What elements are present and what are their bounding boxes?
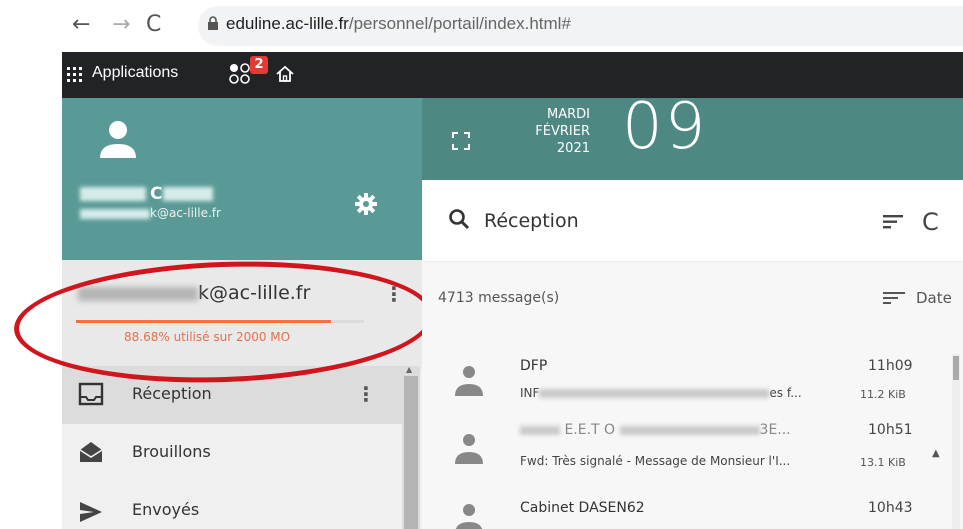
url-path: /personnel/portail/index.html#	[348, 14, 571, 33]
message-size: 11.2 KiB	[860, 388, 906, 401]
fullscreen-icon[interactable]	[452, 132, 470, 150]
folder-label-inbox: Réception	[132, 384, 212, 403]
sidebar-scroll-thumb[interactable]	[404, 376, 418, 529]
list-scroll-thumb[interactable]	[953, 356, 959, 380]
filter-icon[interactable]	[883, 215, 905, 229]
refresh-icon[interactable]: C	[922, 208, 939, 236]
scroll-up-arrow-icon[interactable]: ▲	[406, 365, 412, 374]
date-text: MARDI FÉVRIER 2021	[516, 106, 590, 157]
folder-drafts[interactable]	[62, 424, 402, 482]
account-panel[interactable]	[62, 260, 422, 370]
from-suffix: 3E...	[759, 422, 791, 438]
redacted-name	[80, 187, 146, 201]
list-scrollbar[interactable]	[952, 354, 960, 529]
subject-prefix: INF	[520, 386, 540, 400]
redacted-from-2	[619, 425, 760, 435]
user-name: C	[80, 184, 217, 204]
message-count: 4713 message(s)	[438, 290, 560, 306]
sender-avatar-icon	[455, 434, 483, 464]
from-text: DFP	[520, 358, 548, 374]
back-arrow-icon[interactable]: ←	[72, 14, 90, 36]
user-name-visible: C	[150, 184, 163, 204]
forward-arrow-icon[interactable]: →	[112, 14, 130, 36]
redacted-account	[78, 286, 198, 301]
redacted-email	[80, 208, 150, 219]
redacted-name-2	[162, 187, 213, 201]
app-top-bar	[62, 52, 963, 98]
message-size: 13.1 KiB	[860, 456, 906, 469]
from-middle: E.E.T O	[564, 422, 616, 438]
quota-bar	[76, 320, 364, 323]
sender-avatar-icon	[455, 366, 483, 396]
quota-text: 88.68% utilisé sur 2000 MO	[124, 330, 291, 344]
message-from: DFP	[520, 358, 547, 374]
user-email-visible: k@ac-lille.fr	[150, 206, 221, 220]
notification-badge: 2	[250, 56, 268, 74]
folder-menu-button[interactable]: ⋮	[356, 382, 376, 406]
applications-menu[interactable]: Applications	[92, 64, 178, 82]
reload-icon[interactable]: C	[146, 14, 161, 36]
message-time: 10h51	[868, 422, 913, 438]
folder-label-drafts: Brouillons	[132, 442, 211, 461]
account-email-visible: k@ac-lille.fr	[198, 282, 311, 304]
redacted-from	[520, 425, 560, 435]
user-icon	[100, 121, 136, 158]
message-from: E.E.T O 3E...	[520, 422, 791, 438]
quota-fill	[76, 320, 332, 323]
day-number: 09	[622, 90, 708, 164]
account-menu-button[interactable]: ⋮	[384, 282, 404, 306]
sort-icon[interactable]	[883, 292, 907, 304]
url-host: eduline.ac-lille.fr	[226, 14, 349, 33]
collapse-icon[interactable]: ▲	[932, 448, 940, 459]
folder-inbox[interactable]	[62, 366, 402, 424]
message-subject: INF es f...	[520, 386, 802, 400]
folder-sent[interactable]	[62, 482, 402, 529]
current-folder-title: Réception	[484, 210, 579, 232]
gear-icon[interactable]	[354, 192, 378, 216]
sender-avatar-icon	[455, 504, 483, 529]
month: FÉVRIER	[535, 124, 590, 139]
folder-label-sent: Envoyés	[132, 500, 200, 519]
message-time: 11h09	[868, 358, 913, 374]
user-email: k@ac-lille.fr	[80, 206, 221, 220]
year: 2021	[556, 141, 590, 156]
subject-suffix: es f...	[769, 386, 802, 400]
inbox-icon	[78, 382, 104, 406]
sort-date-button[interactable]: Date	[916, 289, 952, 307]
drafts-icon	[79, 442, 103, 462]
apps-grid-icon[interactable]	[66, 66, 84, 84]
lock-icon	[208, 16, 218, 30]
account-email: k@ac-lille.fr	[78, 282, 310, 304]
home-icon[interactable]	[275, 64, 295, 84]
redacted-subject	[539, 389, 770, 398]
message-from: Cabinet DASEN62	[520, 500, 645, 516]
weekday: MARDI	[547, 107, 590, 122]
search-icon[interactable]	[448, 208, 470, 230]
sent-icon	[80, 502, 102, 522]
message-time: 10h43	[868, 500, 913, 516]
url-text[interactable]: eduline.ac-lille.fr/personnel/portail/in…	[226, 14, 571, 34]
message-subject: Fwd: Très signalé - Message de Monsieur …	[520, 454, 791, 468]
